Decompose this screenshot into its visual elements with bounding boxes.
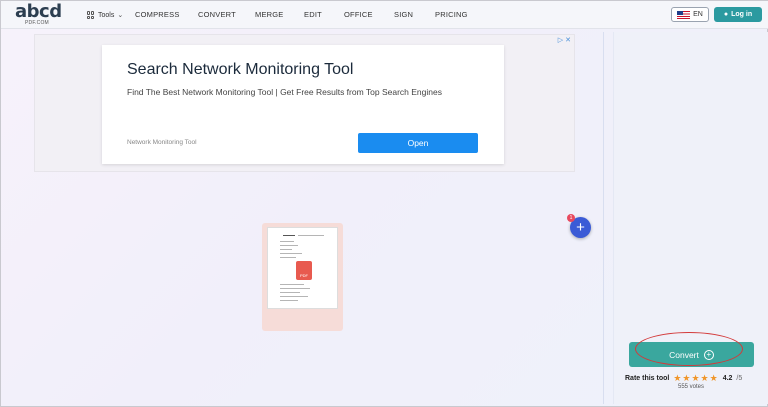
rating-max: /5: [736, 375, 743, 382]
ad-description: Find The Best Network Monitoring Tool | …: [127, 87, 442, 97]
language-selector[interactable]: EN: [671, 7, 709, 22]
divider: [603, 32, 604, 404]
add-file-button[interactable]: 1 +: [567, 214, 591, 238]
chevron-down-icon: ⌄: [117, 12, 124, 19]
abcdpdf-logo[interactable]: abcd PDF.COM: [15, 1, 67, 27]
tools-menu-button[interactable]: Tools ⌄: [87, 9, 123, 21]
highlight-annotation: [635, 332, 743, 366]
plus-icon: +: [576, 219, 585, 236]
star-rating[interactable]: ★★★★★: [673, 373, 718, 384]
top-navbar: abcd PDF.COM Tools ⌄ COMPRESS CONVERT ME…: [1, 1, 768, 29]
pdf-file-icon: PDF: [296, 261, 312, 280]
nav-compress[interactable]: COMPRESS: [135, 10, 180, 19]
ad-card[interactable]: Search Network Monitoring Tool Find The …: [102, 45, 504, 164]
login-label: Log in: [731, 11, 753, 18]
tools-label: Tools: [98, 11, 115, 19]
nav-edit[interactable]: EDIT: [304, 10, 322, 19]
language-label: EN: [693, 11, 703, 18]
ad-open-button[interactable]: Open: [358, 133, 478, 153]
rate-label: Rate this tool: [625, 375, 670, 382]
logo-sub: PDF.COM: [25, 20, 49, 26]
pdf-file-thumbnail[interactable]: PDF: [262, 223, 343, 331]
ad-source: Network Monitoring Tool: [127, 139, 197, 146]
login-button[interactable]: ● Log in: [714, 7, 762, 22]
nav-convert[interactable]: CONVERT: [198, 10, 236, 19]
pdf-page-preview: PDF: [267, 227, 338, 309]
user-icon: ●: [723, 11, 729, 18]
ad-banner: ▷ ✕ Search Network Monitoring Tool Find …: [34, 34, 575, 172]
file-count-badge: 1: [567, 214, 575, 222]
nav-office[interactable]: OFFICE: [344, 10, 373, 19]
rating-row: Rate this tool ★★★★★ 4.2/5: [625, 373, 765, 384]
ad-title[interactable]: Search Network Monitoring Tool: [127, 61, 353, 79]
us-flag-icon: [677, 10, 691, 19]
nav-sign[interactable]: SIGN: [394, 10, 413, 19]
nav-merge[interactable]: MERGE: [255, 10, 284, 19]
ad-choices-icon[interactable]: ▷ ✕: [558, 36, 571, 44]
rating-value: 4.2: [722, 375, 733, 382]
vote-count: 555 votes: [678, 384, 705, 390]
grid-icon: [87, 11, 95, 19]
logo-word: abcd: [15, 1, 62, 22]
main-workspace: ▷ ✕ Search Network Monitoring Tool Find …: [6, 34, 603, 404]
nav-pricing[interactable]: PRICING: [435, 10, 468, 19]
